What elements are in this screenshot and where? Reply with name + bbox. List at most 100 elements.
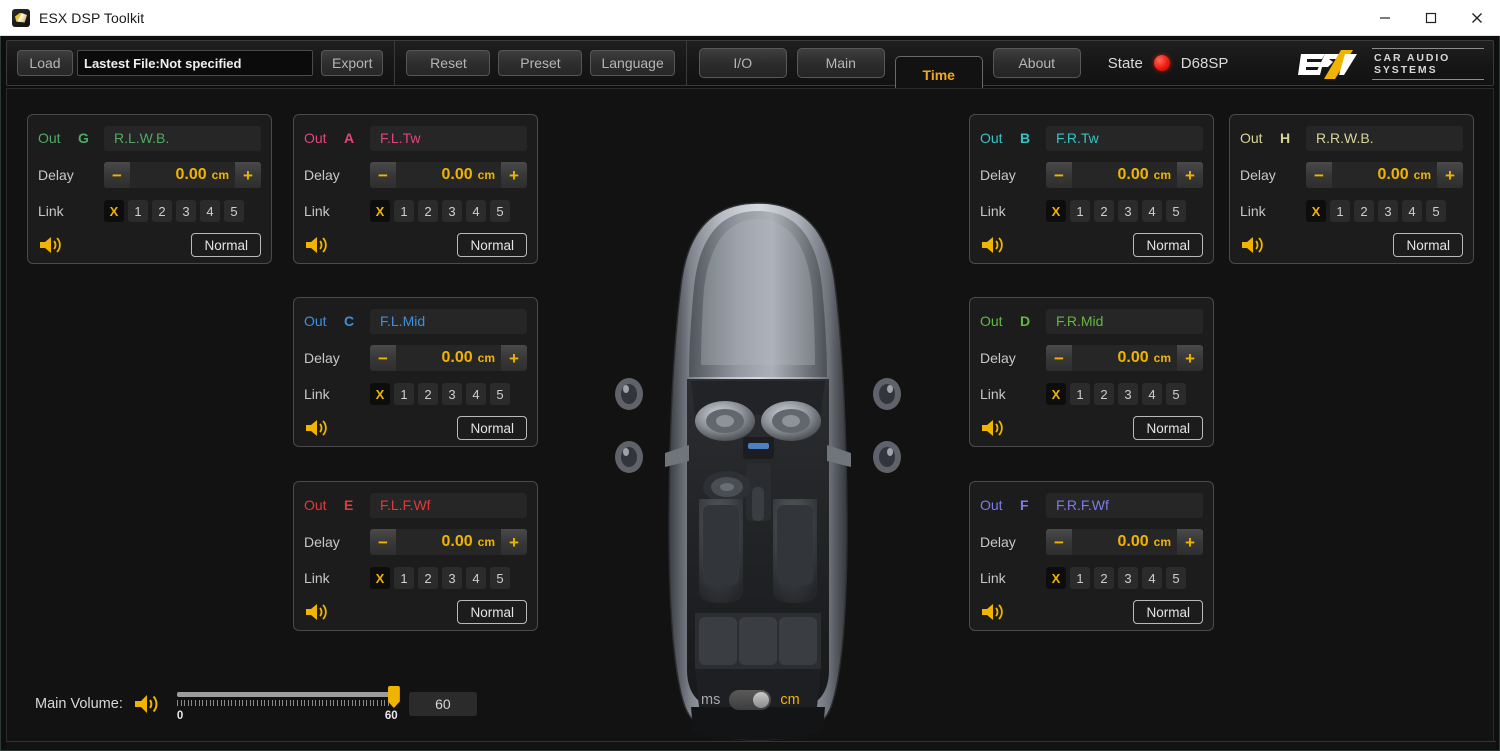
unit-switch-knob[interactable] — [753, 692, 770, 708]
delay-decrement-button[interactable]: − — [1046, 529, 1072, 555]
link-option-3[interactable]: 3 — [442, 200, 462, 222]
delay-value[interactable]: 0.00 — [396, 349, 478, 367]
delay-control[interactable]: − 0.00 cm + — [104, 162, 261, 188]
export-button[interactable]: Export — [321, 50, 384, 76]
delay-value[interactable]: 0.00 — [396, 166, 478, 184]
link-option-3[interactable]: 3 — [442, 383, 462, 405]
delay-decrement-button[interactable]: − — [370, 345, 396, 371]
link-option-1[interactable]: 1 — [1070, 200, 1090, 222]
speaker-icon[interactable] — [980, 417, 1006, 439]
output-name-field[interactable]: F.L.F.Wf — [370, 492, 527, 518]
output-panel-B[interactable]: Out B F.R.Tw Delay − 0.00 cm + Link X 1 … — [969, 114, 1214, 264]
speaker-icon[interactable] — [304, 601, 330, 623]
link-option-2[interactable]: 2 — [152, 200, 172, 222]
delay-increment-button[interactable]: + — [235, 162, 261, 188]
close-button[interactable] — [1454, 0, 1500, 35]
link-option-3[interactable]: 3 — [1378, 200, 1398, 222]
phase-button[interactable]: Normal — [457, 233, 527, 257]
link-option-3[interactable]: 3 — [1118, 200, 1138, 222]
delay-control[interactable]: − 0.00 cm + — [1046, 345, 1203, 371]
unit-ms-label[interactable]: ms — [701, 692, 720, 708]
preset-button[interactable]: Preset — [498, 50, 583, 76]
link-option-x[interactable]: X — [1046, 567, 1066, 589]
delay-control[interactable]: − 0.00 cm + — [370, 529, 527, 555]
link-option-4[interactable]: 4 — [200, 200, 220, 222]
link-option-2[interactable]: 2 — [1354, 200, 1374, 222]
link-option-1[interactable]: 1 — [1070, 383, 1090, 405]
delay-value[interactable]: 0.00 — [130, 166, 212, 184]
delay-increment-button[interactable]: + — [501, 529, 527, 555]
output-panel-G[interactable]: Out G R.L.W.B. Delay − 0.00 cm + Link X … — [27, 114, 272, 264]
unit-toggle[interactable]: ms cm — [701, 690, 800, 710]
latest-file-field[interactable]: Lastest File:Not specified — [77, 50, 313, 76]
output-name-field[interactable]: R.L.W.B. — [104, 125, 261, 151]
link-option-4[interactable]: 4 — [1402, 200, 1422, 222]
delay-increment-button[interactable]: + — [1177, 162, 1203, 188]
link-option-5[interactable]: 5 — [1166, 200, 1186, 222]
output-name-field[interactable]: F.L.Mid — [370, 308, 527, 334]
delay-decrement-button[interactable]: − — [104, 162, 130, 188]
tab-about[interactable]: About — [992, 48, 1081, 78]
output-name-field[interactable]: F.R.F.Wf — [1046, 492, 1203, 518]
link-option-4[interactable]: 4 — [466, 383, 486, 405]
link-option-3[interactable]: 3 — [176, 200, 196, 222]
delay-control[interactable]: − 0.00 cm + — [1306, 162, 1463, 188]
link-option-1[interactable]: 1 — [1070, 567, 1090, 589]
link-option-2[interactable]: 2 — [1094, 383, 1114, 405]
tab-main[interactable]: Main — [796, 48, 885, 78]
reset-button[interactable]: Reset — [406, 50, 491, 76]
link-option-x[interactable]: X — [104, 200, 124, 222]
link-option-5[interactable]: 5 — [490, 383, 510, 405]
speaker-icon[interactable] — [1240, 234, 1266, 256]
delay-decrement-button[interactable]: − — [370, 162, 396, 188]
speaker-icon[interactable] — [133, 692, 161, 716]
delay-decrement-button[interactable]: − — [1306, 162, 1332, 188]
link-option-4[interactable]: 4 — [1142, 200, 1162, 222]
delay-decrement-button[interactable]: − — [1046, 162, 1072, 188]
delay-value[interactable]: 0.00 — [1072, 166, 1154, 184]
link-option-1[interactable]: 1 — [394, 383, 414, 405]
link-option-x[interactable]: X — [370, 567, 390, 589]
volume-value-readout[interactable]: 60 — [408, 692, 477, 716]
link-option-x[interactable]: X — [1046, 200, 1066, 222]
load-button[interactable]: Load — [17, 50, 73, 76]
phase-button[interactable]: Normal — [1133, 233, 1203, 257]
delay-increment-button[interactable]: + — [501, 345, 527, 371]
output-name-field[interactable]: F.R.Mid — [1046, 308, 1203, 334]
main-volume-slider[interactable]: 0 60 — [176, 684, 400, 724]
link-option-x[interactable]: X — [370, 200, 390, 222]
phase-button[interactable]: Normal — [1133, 600, 1203, 624]
link-option-5[interactable]: 5 — [1426, 200, 1446, 222]
link-option-3[interactable]: 3 — [1118, 383, 1138, 405]
link-option-3[interactable]: 3 — [442, 567, 462, 589]
output-panel-A[interactable]: Out A F.L.Tw Delay − 0.00 cm + Link X 1 … — [293, 114, 538, 264]
phase-button[interactable]: Normal — [457, 416, 527, 440]
delay-value[interactable]: 0.00 — [396, 533, 478, 551]
output-name-field[interactable]: F.L.Tw — [370, 125, 527, 151]
delay-decrement-button[interactable]: − — [370, 529, 396, 555]
delay-increment-button[interactable]: + — [1177, 529, 1203, 555]
maximize-button[interactable] — [1408, 0, 1454, 35]
link-option-x[interactable]: X — [1046, 383, 1066, 405]
slider-track[interactable] — [176, 692, 397, 697]
phase-button[interactable]: Normal — [191, 233, 261, 257]
phase-button[interactable]: Normal — [457, 600, 527, 624]
language-button[interactable]: Language — [590, 50, 675, 76]
link-option-1[interactable]: 1 — [394, 200, 414, 222]
link-option-1[interactable]: 1 — [128, 200, 148, 222]
link-option-4[interactable]: 4 — [1142, 383, 1162, 405]
delay-control[interactable]: − 0.00 cm + — [1046, 162, 1203, 188]
delay-control[interactable]: − 0.00 cm + — [1046, 529, 1203, 555]
output-name-field[interactable]: R.R.W.B. — [1306, 125, 1463, 151]
delay-decrement-button[interactable]: − — [1046, 345, 1072, 371]
unit-cm-label[interactable]: cm — [780, 692, 799, 708]
delay-value[interactable]: 0.00 — [1072, 349, 1154, 367]
link-option-2[interactable]: 2 — [418, 383, 438, 405]
link-option-4[interactable]: 4 — [1142, 567, 1162, 589]
link-option-5[interactable]: 5 — [1166, 567, 1186, 589]
output-panel-F[interactable]: Out F F.R.F.Wf Delay − 0.00 cm + Link X … — [969, 481, 1214, 631]
speaker-icon[interactable] — [980, 234, 1006, 256]
tab-io[interactable]: I/O — [698, 48, 787, 78]
delay-control[interactable]: − 0.00 cm + — [370, 345, 527, 371]
link-option-1[interactable]: 1 — [1330, 200, 1350, 222]
